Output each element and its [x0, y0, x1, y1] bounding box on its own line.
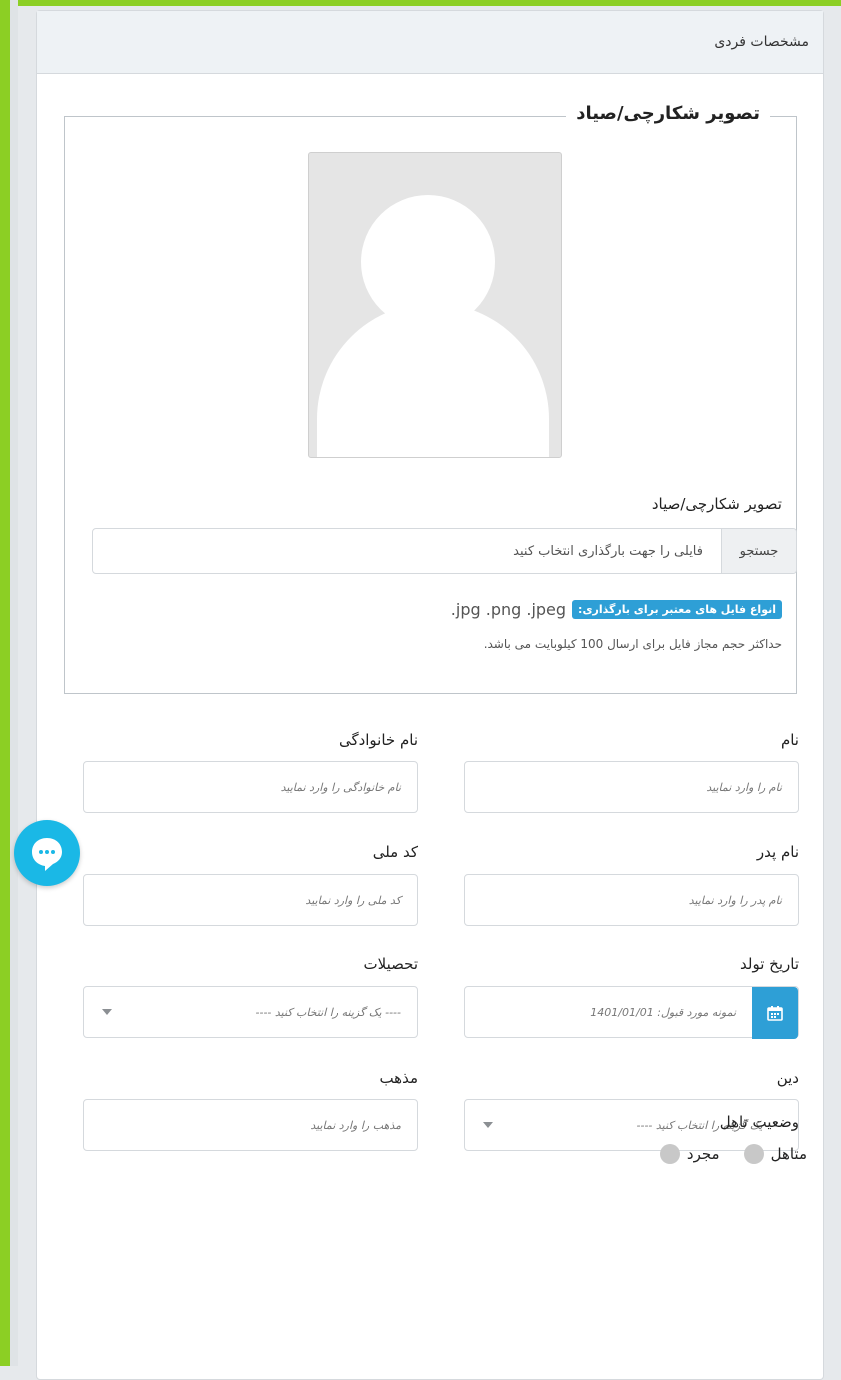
education-select[interactable]: ---- یک گزینه را انتخاب کنید ----	[83, 986, 418, 1038]
avatar-placeholder	[308, 152, 562, 458]
frame-top-border	[0, 0, 841, 6]
sect-placeholder: مذهب را وارد نمایید	[310, 1118, 401, 1132]
first-name-input[interactable]: نام را وارد نمایید	[464, 761, 799, 813]
education-placeholder: ---- یک گزینه را انتخاب کنید ----	[255, 1005, 402, 1019]
upload-label: تصویر شکارچی/صیاد	[651, 495, 782, 513]
radio-married-circle[interactable]	[743, 1144, 764, 1164]
radio-single[interactable]: مجرد	[659, 1144, 720, 1164]
last-name-placeholder: نام خانوادگی را وارد نمایید	[280, 780, 401, 794]
frame-left-border	[0, 0, 10, 1366]
father-name-placeholder: نام پدر را وارد نمایید	[688, 893, 782, 907]
frame-gutter	[10, 0, 18, 1366]
calendar-button[interactable]	[752, 987, 798, 1039]
valid-types-badge: انواع فایل های معتبر برای بارگذاری:	[572, 600, 782, 619]
last-name-input[interactable]: نام خانوادگی را وارد نمایید	[83, 761, 418, 813]
birth-date-label: تاریخ تولد	[740, 955, 799, 973]
personal-info-card: مشخصات فردی تصویر شکارچی/صیاد تصویر شکار…	[36, 10, 824, 1380]
radio-single-circle[interactable]	[659, 1144, 680, 1164]
marital-options: متاهل مجرد	[646, 1144, 807, 1164]
first-name-placeholder: نام را وارد نمایید	[706, 780, 782, 794]
national-code-placeholder: کد ملی را وارد نمایید	[305, 893, 401, 907]
card-title: مشخصات فردی	[714, 34, 809, 50]
birth-date-placeholder: نمونه مورد قبول: 1401/01/01	[590, 1005, 736, 1019]
last-name-label: نام خانوادگی	[338, 731, 418, 749]
chevron-down-icon	[483, 1122, 493, 1128]
calendar-icon	[767, 1006, 783, 1021]
national-code-label: کد ملی	[372, 843, 418, 861]
chat-button[interactable]	[14, 820, 80, 886]
size-note: حداکثر حجم مجاز فایل برای ارسال 100 کیلو…	[483, 637, 782, 651]
father-name-label: نام پدر	[756, 843, 799, 861]
photo-fieldset: تصویر شکارچی/صیاد تصویر شکارچی/صیاد جستج…	[64, 103, 797, 694]
radio-married[interactable]: متاهل	[743, 1144, 807, 1164]
birth-date-input[interactable]: نمونه مورد قبول: 1401/01/01	[464, 986, 799, 1039]
education-label: تحصیلات	[363, 955, 418, 973]
radio-single-label: مجرد	[686, 1145, 720, 1163]
file-placeholder: فایلی را جهت بارگذاری انتخاب کنید	[513, 543, 703, 559]
file-upload-field[interactable]: جستجو فایلی را جهت بارگذاری انتخاب کنید	[92, 528, 797, 574]
avatar-head-shape	[361, 195, 495, 329]
national-code-input[interactable]: کد ملی را وارد نمایید	[83, 874, 418, 926]
religion-label: دین	[776, 1069, 799, 1087]
first-name-label: نام	[780, 731, 799, 749]
chat-icon	[32, 838, 62, 871]
sect-label: مذهب	[379, 1069, 418, 1087]
photo-legend: تصویر شکارچی/صیاد	[566, 103, 770, 124]
browse-button[interactable]: جستجو	[721, 529, 796, 573]
valid-file-types: انواع فایل های معتبر برای بارگذاری: .jpg…	[451, 600, 782, 619]
father-name-input[interactable]: نام پدر را وارد نمایید	[464, 874, 799, 926]
card-header: مشخصات فردی	[37, 11, 823, 74]
sect-input[interactable]: مذهب را وارد نمایید	[83, 1099, 418, 1151]
marital-label: وضعیت تاهل	[719, 1113, 799, 1131]
chevron-down-icon	[102, 1009, 112, 1015]
valid-types-list: .jpg .png .jpeg	[450, 600, 567, 619]
radio-married-label: متاهل	[770, 1145, 807, 1163]
